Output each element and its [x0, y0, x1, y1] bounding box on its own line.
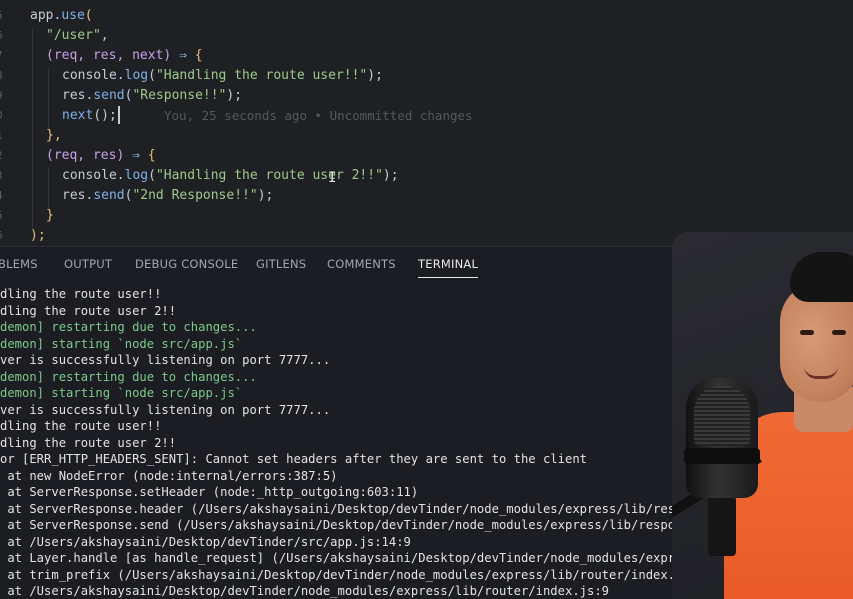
presenter-hair — [790, 252, 853, 302]
code-editor[interactable]: 5 6 7 8 9 0 1 2 3 4 5 6 app.use( "/user"… — [0, 0, 853, 246]
code-token: log — [124, 68, 149, 83]
code-token: (req, res, next) — [46, 48, 172, 63]
terminal-line: at Layer.handle [as handle_request] (/Us… — [0, 551, 727, 565]
tab-terminal[interactable]: TERMINAL — [418, 247, 479, 281]
text-cursor — [118, 106, 120, 124]
presenter-eye — [832, 330, 846, 335]
line-number: 6 — [0, 26, 8, 46]
terminal-line: demon] restarting due to changes... — [0, 369, 257, 384]
terminal-line: at /Users/akshaysaini/Desktop/devTinder/… — [0, 584, 610, 598]
microphone-grill — [694, 386, 750, 446]
code-token: res. — [62, 88, 94, 103]
code-line[interactable]: }, — [46, 126, 62, 146]
code-token: console. — [62, 168, 125, 183]
terminal-line: demon] starting `node src/app.js` — [0, 336, 243, 351]
line-number: 8 — [0, 66, 8, 86]
terminal-line: ver is successfully listening on port 77… — [0, 402, 331, 417]
code-token: (); — [93, 108, 117, 123]
terminal-line: dling the route user!! — [0, 287, 162, 301]
presenter-eye — [800, 330, 814, 335]
code-line[interactable]: } — [46, 206, 54, 226]
webcam-overlay — [672, 232, 853, 599]
terminal-line: ver is successfully listening on port 77… — [0, 353, 331, 367]
code-token: ); — [382, 168, 399, 183]
tab-output[interactable]: OUTPUT — [64, 247, 112, 281]
code-line[interactable]: console.log("Handling the route user!!")… — [62, 66, 383, 86]
terminal-line: dling the route user!! — [0, 419, 162, 433]
code-token: ); — [257, 188, 274, 203]
terminal-line: at ServerResponse.send (/Users/akshaysai… — [0, 518, 712, 532]
terminal-line: at /Users/akshaysaini/Desktop/devTinder/… — [0, 534, 411, 549]
code-token: ( — [148, 168, 156, 183]
code-token: (req, res) — [46, 148, 125, 163]
terminal-line: at new NodeError (node:internal/errors:3… — [0, 468, 338, 483]
line-number: 2 — [0, 146, 8, 166]
code-line[interactable]: "/user", — [46, 26, 109, 46]
code-token: next — [62, 108, 94, 123]
code-token: , — [100, 28, 109, 43]
code-line[interactable]: (req, res) ⇒ { — [46, 146, 156, 166]
code-token: ( — [148, 68, 156, 83]
code-line[interactable]: console.log("Handling the route user 2!!… — [62, 166, 399, 186]
code-token: { — [194, 48, 203, 63]
code-token: ); — [367, 68, 383, 83]
code-token: ); — [226, 88, 243, 103]
indent-guide — [48, 168, 49, 208]
code-token: ⇒ — [132, 148, 140, 163]
indent-guide — [48, 68, 49, 128]
line-number: 5 — [0, 6, 8, 26]
code-token: app — [30, 8, 54, 23]
line-number: 5 — [0, 206, 8, 226]
code-token: }, — [46, 128, 62, 143]
line-number: 6 — [0, 226, 8, 246]
microphone-ring — [684, 448, 760, 464]
code-token: "/user" — [46, 28, 101, 43]
line-number-gutter: 5 6 7 8 9 0 1 2 3 4 5 6 — [0, 0, 10, 246]
terminal-line: demon] starting `node src/app.js` — [0, 386, 243, 400]
code-line[interactable]: app.use( — [30, 6, 93, 26]
code-line[interactable]: next(); — [62, 106, 117, 126]
code-token: ( — [84, 8, 93, 23]
tab-problems[interactable]: BLEMS — [0, 247, 38, 281]
line-number: 0 — [0, 106, 8, 126]
line-number: 4 — [0, 186, 8, 206]
indent-guide — [32, 28, 33, 228]
terminal-line: at trim_prefix (/Users/akshaysaini/Deskt… — [0, 567, 720, 582]
code-token: use — [61, 8, 85, 23]
microphone-mount — [708, 496, 736, 556]
code-line[interactable]: res.send("2nd Response!!"); — [62, 186, 273, 206]
code-token: log — [124, 168, 149, 183]
code-token: send — [93, 188, 125, 203]
mouse-ibeam-icon: I — [328, 170, 337, 186]
git-blame-annotation: You, 25 seconds ago • Uncommitted change… — [164, 108, 473, 123]
code-token: "Handling the route user!!" — [155, 68, 368, 83]
line-number: 7 — [0, 46, 8, 66]
terminal-line: demon] restarting due to changes... — [0, 320, 257, 334]
terminal-line: at ServerResponse.header (/Users/akshays… — [0, 501, 727, 516]
terminal-line: or [ERR_HTTP_HEADERS_SENT]: Cannot set h… — [0, 452, 587, 466]
code-token: "2nd Response!!" — [132, 188, 258, 203]
code-token: { — [147, 148, 156, 163]
code-line[interactable]: ); — [30, 226, 46, 246]
tab-comments[interactable]: COMMENTS — [327, 247, 396, 281]
line-number: 3 — [0, 166, 8, 186]
tab-debug-console[interactable]: DEBUG CONSOLE — [135, 247, 238, 281]
code-token: "Response!!" — [132, 88, 227, 103]
code-line[interactable]: (req, res, next) ⇒ { — [46, 46, 203, 66]
terminal-line: at ServerResponse.setHeader (node:_http_… — [0, 485, 419, 499]
code-token: } — [46, 208, 54, 223]
terminal-line: dling the route user 2!! — [0, 303, 177, 318]
line-number: 1 — [0, 126, 8, 146]
code-token: console. — [62, 68, 125, 83]
code-token: ⇒ — [179, 48, 187, 63]
code-token: send — [93, 88, 125, 103]
code-token: ); — [30, 228, 46, 243]
code-token: res. — [62, 188, 94, 203]
line-number: 9 — [0, 86, 8, 106]
terminal-line: dling the route user 2!! — [0, 435, 177, 450]
tab-gitlens[interactable]: GITLENS — [256, 247, 306, 281]
code-token: "Handling the route user 2!!" — [155, 168, 383, 183]
code-line[interactable]: res.send("Response!!"); — [62, 86, 242, 106]
